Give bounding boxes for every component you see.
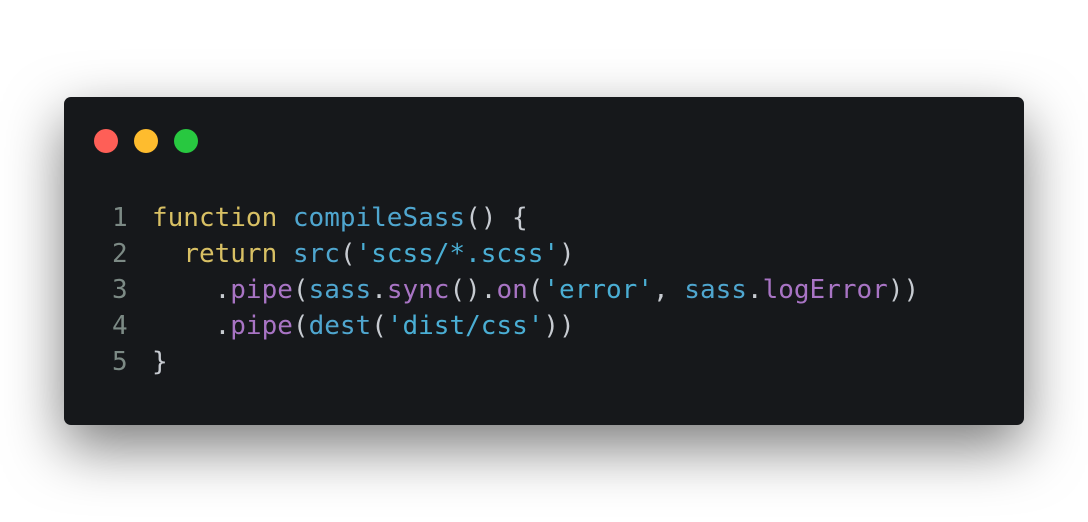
- code-token: (: [371, 311, 387, 341]
- minimize-dot-icon[interactable]: [134, 129, 158, 153]
- line-number: 5: [112, 347, 128, 377]
- code-token: pipe: [230, 311, 293, 341]
- code-token: pipe: [230, 275, 293, 305]
- code-line: 5}: [112, 344, 919, 380]
- code-line: 4 .pipe(dest('dist/css')): [112, 308, 919, 344]
- code-token: .: [371, 275, 387, 305]
- close-dot-icon[interactable]: [94, 129, 118, 153]
- code-token: }: [152, 347, 168, 377]
- code-token: )): [543, 311, 575, 341]
- code-line: 2 return src('scss/*.scss'): [112, 236, 919, 272]
- code-block: 1 function compileSass() {2 return src('s…: [112, 200, 919, 380]
- code-token: )): [887, 275, 920, 305]
- code-token: ,: [652, 275, 685, 305]
- code-token: (: [339, 239, 356, 269]
- line-number: 2: [112, 239, 128, 269]
- code-token: .: [746, 275, 763, 305]
- code-token: () {: [465, 203, 528, 233]
- code-token: return: [183, 239, 278, 269]
- code-line: 1 function compileSass() {: [112, 200, 919, 236]
- line-number: 3: [112, 275, 128, 305]
- code-token: logError: [762, 275, 888, 305]
- line-number: 1: [112, 203, 128, 233]
- code-token: sass: [684, 275, 747, 305]
- window-controls: [94, 129, 198, 153]
- code-token: .: [152, 311, 231, 341]
- code-token: src: [292, 239, 340, 269]
- code-token: .: [152, 275, 231, 305]
- page: 1 function compileSass() {2 return src('s…: [0, 0, 1088, 522]
- code-token: ): [559, 239, 575, 269]
- code-token: sync: [386, 275, 450, 305]
- line-number: 4: [112, 311, 128, 341]
- code-token: ().: [449, 275, 497, 305]
- code-token: (: [527, 275, 544, 305]
- code-token: (: [292, 311, 309, 341]
- code-token: on: [496, 275, 528, 305]
- code-token: 'dist/css': [386, 311, 544, 341]
- code-token: function: [152, 203, 278, 233]
- code-token: dest: [308, 311, 372, 341]
- code-line: 3 .pipe(sass.sync().on('error', sass.log…: [112, 272, 919, 308]
- code-token: 'error': [543, 275, 653, 305]
- code-token: sass: [308, 275, 372, 305]
- code-token: (: [292, 275, 309, 305]
- maximize-dot-icon[interactable]: [174, 129, 198, 153]
- code-token: compileSass: [292, 203, 466, 233]
- code-window: 1 function compileSass() {2 return src('s…: [64, 97, 1024, 425]
- code-token: 'scss/*.scss': [355, 239, 560, 269]
